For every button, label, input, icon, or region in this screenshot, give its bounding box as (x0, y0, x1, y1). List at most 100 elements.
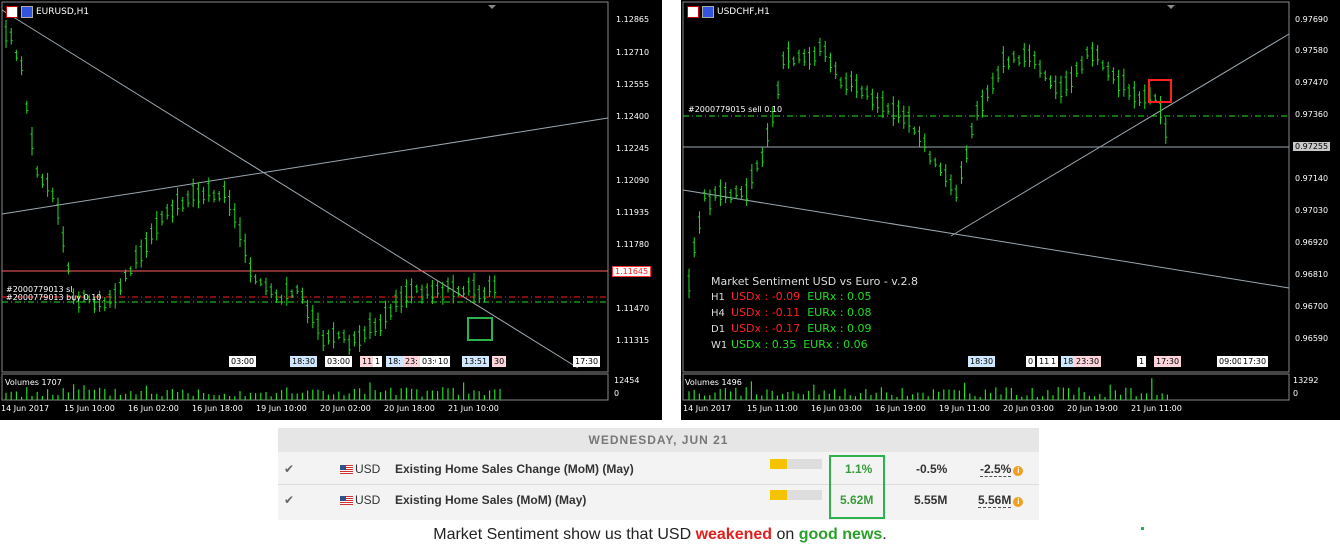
candle (991, 72, 995, 95)
candle (813, 46, 817, 66)
candle (186, 190, 190, 208)
session-tag: 23:30 (1074, 356, 1102, 367)
price-axis-label: 1.12710 (616, 48, 650, 57)
us-flag-icon (340, 496, 353, 506)
time-axis-label: 16 Jun 19:00 (875, 404, 926, 413)
candle (755, 160, 759, 172)
candle (472, 272, 476, 303)
candle (1127, 83, 1131, 100)
candle (300, 287, 304, 304)
time-axis-label: 20 Jun 18:00 (384, 404, 435, 413)
candle (944, 164, 948, 188)
candle (196, 182, 200, 209)
event-name[interactable]: Existing Home Sales Change (MoM) (May) (395, 462, 634, 476)
candle (808, 47, 811, 70)
caption-mid: on (772, 526, 799, 543)
currency-code: USD (355, 462, 381, 476)
candle (1085, 46, 1089, 60)
usdchf-chart-panel[interactable]: USDCHF,H1 0.97690 0.97580 0.97470 0.97360 0.… (681, 0, 1340, 420)
actual-highlight-box (829, 455, 885, 519)
eurusd-chart-panel[interactable]: EURUSD,H1 1.12865 1.12710 1.12555 1.12400 1.… (0, 0, 662, 420)
candle (970, 122, 974, 139)
candle (139, 239, 143, 268)
sell-signal-box (1148, 79, 1172, 103)
candle (155, 211, 159, 241)
candle (20, 56, 24, 76)
session-tag: 1 (373, 356, 383, 367)
candle (274, 289, 278, 303)
previous-value: -2.5% i (980, 462, 1024, 477)
candle (1164, 117, 1168, 144)
usdchf-volumes-label: Volumes 1496 (685, 378, 742, 387)
price-axis-label: 1.12400 (616, 112, 650, 121)
chart-window-icon (6, 6, 18, 18)
candle (1080, 55, 1084, 74)
candle (713, 186, 717, 201)
candle (802, 49, 806, 67)
candle (113, 283, 117, 309)
candle (1122, 68, 1126, 97)
candle (865, 85, 869, 100)
candle (1096, 44, 1100, 65)
eur-index-value: EURx : 0.09 (807, 322, 872, 335)
info-icon[interactable]: i (1013, 497, 1024, 507)
candle (828, 52, 832, 73)
importance-fill (770, 490, 788, 500)
candle (729, 188, 733, 204)
session-tag: 03:00 (325, 356, 353, 367)
candle (1111, 67, 1115, 85)
candle (1132, 81, 1136, 109)
us-flag-icon (340, 465, 353, 475)
price-axis-label: 0.96590 (1295, 334, 1329, 343)
eurusd-title-text: EURUSD,H1 (36, 7, 90, 17)
entry-highlight-box (467, 317, 493, 341)
time-axis-label: 14 Jun 2017 (683, 404, 732, 413)
candle (420, 284, 424, 304)
candle (389, 303, 393, 320)
candle (150, 223, 154, 245)
time-axis-label: 20 Jun 03:00 (1003, 404, 1054, 413)
session-tag: 17:30 (1154, 356, 1182, 367)
calendar-row[interactable]: ✔ USD Existing Home Sales Change (MoM) (… (278, 454, 1039, 485)
candle (1075, 61, 1079, 78)
price-axis-label: 0.96700 (1295, 302, 1329, 311)
time-axis-label: 21 Jun 10:00 (448, 404, 499, 413)
event-name[interactable]: Existing Home Sales (MoM) (May) (395, 493, 586, 507)
session-tag: 30 (492, 356, 507, 367)
usd-index-value: USDx : -0.11 (731, 306, 801, 319)
candle (1007, 56, 1011, 70)
eur-index-value: EURx : 0.06 (803, 338, 868, 351)
caption-prefix: Market Sentiment show us that USD (433, 526, 696, 543)
calendar-row[interactable]: ✔ USD Existing Home Sales (MoM) (May) 5.… (278, 485, 1039, 515)
candle (56, 197, 60, 225)
time-axis-label: 21 Jun 11:00 (1131, 404, 1182, 413)
candle (766, 123, 770, 147)
currency-code: USD (355, 493, 381, 507)
candle (823, 41, 827, 62)
candle (923, 133, 927, 153)
session-tag: 17:30 (1241, 356, 1269, 367)
candle (415, 284, 419, 294)
price-axis-label: 0.97140 (1295, 174, 1329, 183)
candle (425, 283, 429, 299)
candle (446, 277, 450, 293)
plot-border (1, 1, 609, 373)
info-icon[interactable]: i (1013, 466, 1024, 476)
caption-weakened: weakened (695, 526, 773, 543)
candle (378, 314, 382, 337)
candle (306, 299, 310, 324)
forecast-value: 5.55M (914, 493, 948, 507)
importance-bar (770, 490, 822, 500)
usdchf-chart-title: USDCHF,H1 (687, 6, 770, 18)
candle (404, 279, 408, 308)
caption-text: Market Sentiment show us that USD weaken… (0, 526, 1320, 544)
candle (918, 126, 922, 147)
candle (233, 203, 237, 229)
candle (482, 287, 486, 303)
candle (949, 174, 953, 196)
candle (222, 180, 226, 204)
candle (66, 262, 70, 275)
candle (212, 189, 216, 203)
candle (285, 276, 289, 306)
candle (280, 294, 284, 305)
